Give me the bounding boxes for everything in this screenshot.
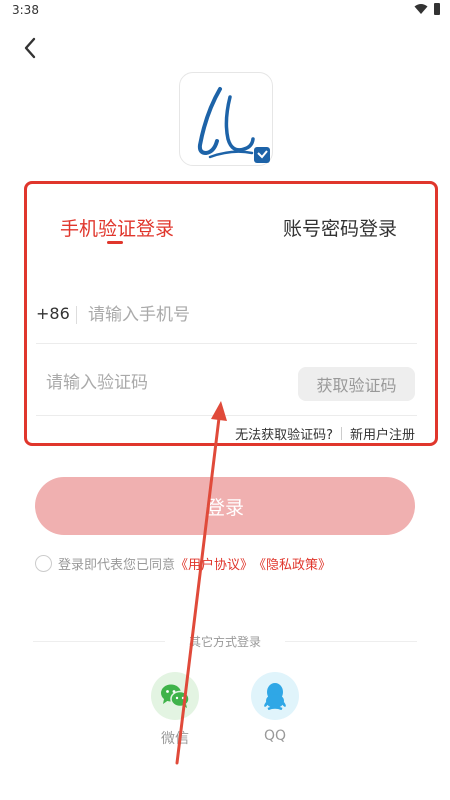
active-tab-indicator <box>107 241 123 244</box>
back-button[interactable] <box>16 34 44 62</box>
code-row: 获取验证码 <box>36 344 417 416</box>
divider-line <box>285 641 417 642</box>
phone-row: +86 <box>36 288 417 344</box>
cant-get-code-link[interactable]: 无法获取验证码? <box>235 424 333 443</box>
qq-icon <box>264 683 286 710</box>
login-form-card: 手机验证登录 账号密码登录 +86 获取验证码 无法获取验证码? 新用户注册 <box>24 181 438 446</box>
qq-login-button[interactable]: QQ <box>250 672 300 744</box>
status-icons <box>414 3 440 15</box>
register-link[interactable]: 新用户注册 <box>350 424 415 443</box>
wechat-icon-circle <box>151 672 199 720</box>
agreement-text: 登录即代表您已同意 <box>58 558 176 573</box>
user-agreement-link[interactable]: 《用户协议》 <box>175 554 253 573</box>
tab-phone-login[interactable]: 手机验证登录 <box>60 214 174 241</box>
wechat-label: 微信 <box>161 731 189 747</box>
login-button[interactable]: 登录 <box>35 477 415 535</box>
wifi-icon <box>414 4 428 14</box>
verification-code-input[interactable] <box>46 370 286 396</box>
other-login-header: 其它方式登录 <box>33 633 417 651</box>
app-logo <box>179 72 273 166</box>
qq-label: QQ <box>263 728 287 744</box>
country-code[interactable]: +86 <box>36 304 70 323</box>
help-divider <box>340 427 342 440</box>
tab-password-login[interactable]: 账号密码登录 <box>283 214 397 241</box>
wechat-icon <box>161 684 190 708</box>
agreement-checkbox[interactable] <box>35 555 52 572</box>
status-time: 3:38 <box>12 3 39 17</box>
battery-icon <box>434 3 440 15</box>
qq-icon-circle <box>251 672 299 720</box>
privacy-policy-link[interactable]: 《隐私政策》 <box>253 554 331 573</box>
status-bar: 3:38 <box>0 0 450 22</box>
phone-input[interactable] <box>88 302 408 328</box>
get-code-button[interactable]: 获取验证码 <box>298 367 415 401</box>
agreement: 登录即代表您已同意 《用户协议》 《隐私政策》 <box>35 554 331 573</box>
chevron-left-icon <box>24 37 36 59</box>
help-links: 无法获取验证码? 新用户注册 <box>235 424 415 443</box>
country-code-divider <box>76 306 77 324</box>
wechat-login-button[interactable]: 微信 <box>150 672 200 748</box>
app-logo-mark <box>197 87 270 163</box>
